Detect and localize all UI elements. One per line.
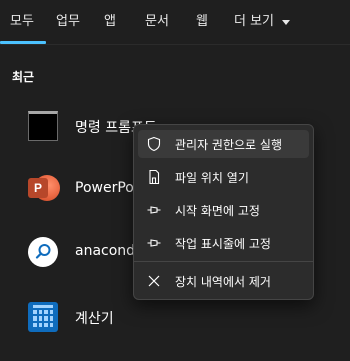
result-name: 계산기 [75, 311, 114, 327]
tab-more[interactable]: 더 보기 [234, 0, 292, 44]
menu-divider [134, 261, 313, 262]
tab-label: 더 보기 [234, 14, 275, 29]
menu-item-pin-to-taskbar[interactable]: 작업 표시줄에 고정 [138, 229, 309, 257]
tab-web[interactable]: 웹 [196, 0, 208, 44]
menu-item-label: 시작 화면에 고정 [175, 204, 260, 218]
tab-label: 업무 [56, 14, 80, 29]
chevron-down-icon [282, 19, 291, 25]
menu-item-pin-to-start[interactable]: 시작 화면에 고정 [138, 196, 309, 224]
tabs-divider [0, 44, 350, 45]
command-prompt-icon [28, 111, 58, 141]
search-tabs: 모두 업무 앱 문서 웹 더 보기 [0, 0, 350, 44]
calculator-icon [28, 302, 58, 332]
tab-all[interactable]: 모두 [0, 0, 46, 44]
tab-label: 모두 [10, 14, 34, 29]
search-panel: 모두 업무 앱 문서 웹 더 보기 최근 명령 프롬프트 P PowerPoin… [0, 0, 350, 361]
tab-work[interactable]: 업무 [56, 0, 80, 44]
pin-icon [147, 206, 161, 214]
menu-item-label: 관리자 권한으로 실행 [175, 138, 282, 152]
section-title-recent: 최근 [12, 70, 35, 84]
context-menu: 관리자 권한으로 실행 파일 위치 열기 시작 화면에 고정 작업 표시줄에 고… [133, 124, 314, 300]
menu-item-label: 파일 위치 열기 [175, 171, 249, 185]
tab-apps[interactable]: 앱 [104, 0, 116, 44]
close-icon [148, 275, 160, 287]
tab-label: 문서 [145, 14, 169, 29]
tab-label: 웹 [196, 14, 208, 29]
menu-item-label: 장치 내역에서 제거 [175, 275, 271, 289]
menu-item-label: 작업 표시줄에 고정 [175, 237, 271, 251]
tab-documents[interactable]: 문서 [145, 0, 169, 44]
pin-icon [147, 239, 161, 247]
menu-item-open-file-location[interactable]: 파일 위치 열기 [138, 163, 309, 191]
tab-label: 앱 [104, 14, 116, 29]
menu-item-remove-from-history[interactable]: 장치 내역에서 제거 [138, 267, 309, 295]
powerpoint-icon: P [28, 174, 60, 204]
document-icon [149, 169, 160, 185]
shield-icon [147, 136, 161, 152]
anaconda-search-icon [28, 237, 58, 267]
menu-item-run-as-admin[interactable]: 관리자 권한으로 실행 [138, 130, 309, 158]
